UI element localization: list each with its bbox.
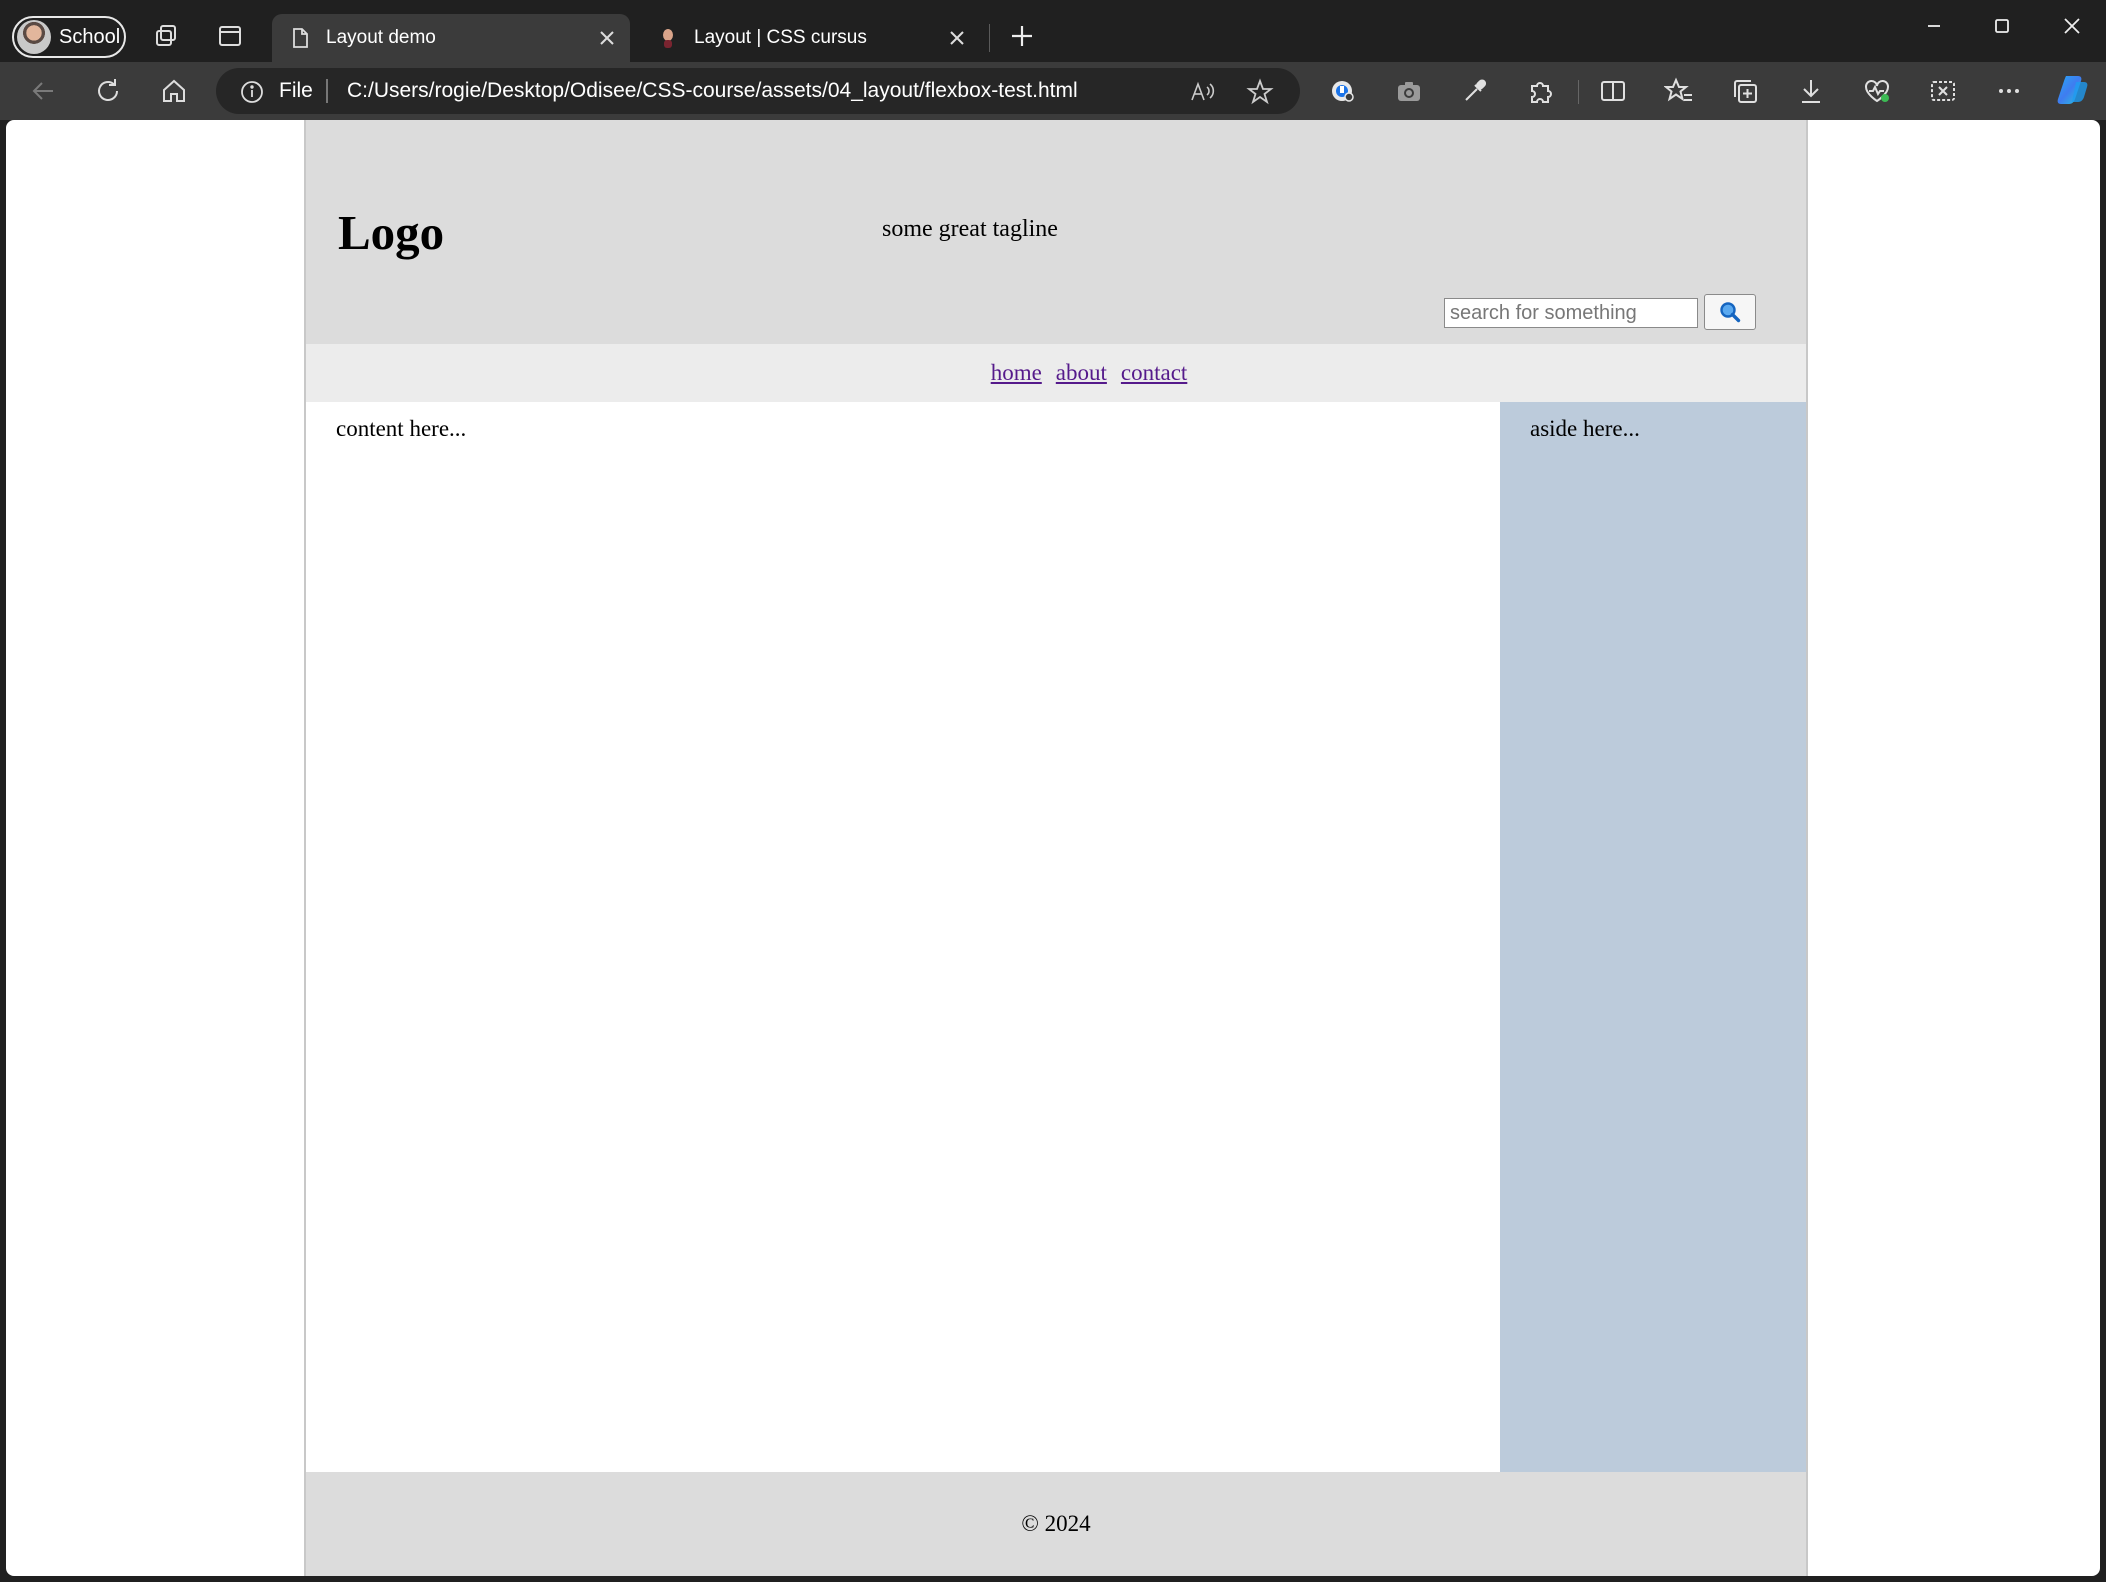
content-text: content here... (336, 416, 467, 441)
more-menu-icon[interactable] (1994, 76, 2024, 106)
tab-separator (989, 24, 990, 52)
url-text[interactable]: C:/Users/rogie/Desktop/Odisee/CSS-course… (347, 79, 1078, 103)
close-window-icon[interactable] (2052, 12, 2092, 40)
maximize-icon[interactable] (1982, 12, 2022, 40)
search-input[interactable] (1444, 298, 1698, 328)
site-tagline: some great tagline (882, 216, 1058, 242)
vertical-tabs-icon[interactable] (216, 22, 244, 50)
screenshot-camera-icon[interactable] (1394, 76, 1424, 106)
close-tab-icon[interactable] (946, 27, 968, 49)
copilot-icon[interactable] (2056, 72, 2092, 108)
search-icon (1719, 301, 1741, 323)
extensions-icon[interactable] (1526, 76, 1556, 106)
title-bar: School Layout demo Layout | CSS cursus (0, 0, 2106, 62)
profile-button[interactable]: School (12, 16, 126, 58)
back-icon[interactable] (28, 76, 58, 106)
tab-title: Layout | CSS cursus (694, 27, 867, 48)
page-icon (288, 26, 312, 50)
password-manager-icon[interactable] (1328, 76, 1358, 106)
nav-link-about[interactable]: about (1056, 360, 1107, 386)
workspaces-icon[interactable] (152, 22, 180, 50)
browser-toolbar: File C:/Users/rogie/Desktop/Odisee/CSS-c… (0, 62, 2106, 120)
new-tab-icon[interactable] (1008, 22, 1036, 50)
nav-link-contact[interactable]: contact (1121, 360, 1187, 386)
site-footer: © 2024 (306, 1472, 1806, 1576)
eyedropper-icon[interactable] (1460, 76, 1490, 106)
address-bar[interactable]: File C:/Users/rogie/Desktop/Odisee/CSS-c… (216, 68, 1300, 114)
site-header: Logo some great tagline (306, 120, 1806, 344)
collections-icon[interactable] (1730, 76, 1760, 106)
search-button[interactable] (1704, 294, 1756, 330)
split-screen-icon[interactable] (1598, 76, 1628, 106)
favorites-icon[interactable] (1664, 76, 1694, 106)
footer-copyright: © 2024 (1021, 1511, 1091, 1536)
read-aloud-icon[interactable] (1188, 78, 1216, 106)
web-capture-icon[interactable] (1928, 76, 1958, 106)
main-content: content here... (306, 402, 1500, 1472)
scheme-label: File (279, 79, 313, 102)
browser-essentials-icon[interactable] (1862, 76, 1892, 106)
tab-layout-demo[interactable]: Layout demo (272, 14, 630, 62)
downloads-icon[interactable] (1796, 76, 1826, 106)
page-wrapper: Logo some great tagline home about conta… (304, 120, 1808, 1576)
tab-title: Layout demo (326, 27, 436, 48)
nav-link-home[interactable]: home (991, 360, 1042, 386)
info-icon[interactable] (240, 80, 264, 104)
minimize-icon[interactable] (1914, 12, 1954, 40)
favorite-star-icon[interactable] (1246, 78, 1274, 106)
aside-panel: aside here... (1500, 402, 1806, 1472)
site-logo: Logo (338, 205, 445, 260)
page-viewport: Logo some great tagline home about conta… (6, 120, 2100, 1576)
address-divider (326, 79, 328, 103)
toolbar-separator (1578, 80, 1579, 104)
refresh-icon[interactable] (93, 76, 123, 106)
home-icon[interactable] (159, 76, 189, 106)
aside-text: aside here... (1530, 416, 1640, 441)
avatar (17, 20, 51, 54)
close-tab-icon[interactable] (596, 27, 618, 49)
site-nav: home about contact (306, 344, 1806, 402)
site-favicon-icon (656, 26, 680, 50)
tab-css-cursus[interactable]: Layout | CSS cursus (640, 14, 980, 62)
profile-label: School (59, 25, 121, 48)
